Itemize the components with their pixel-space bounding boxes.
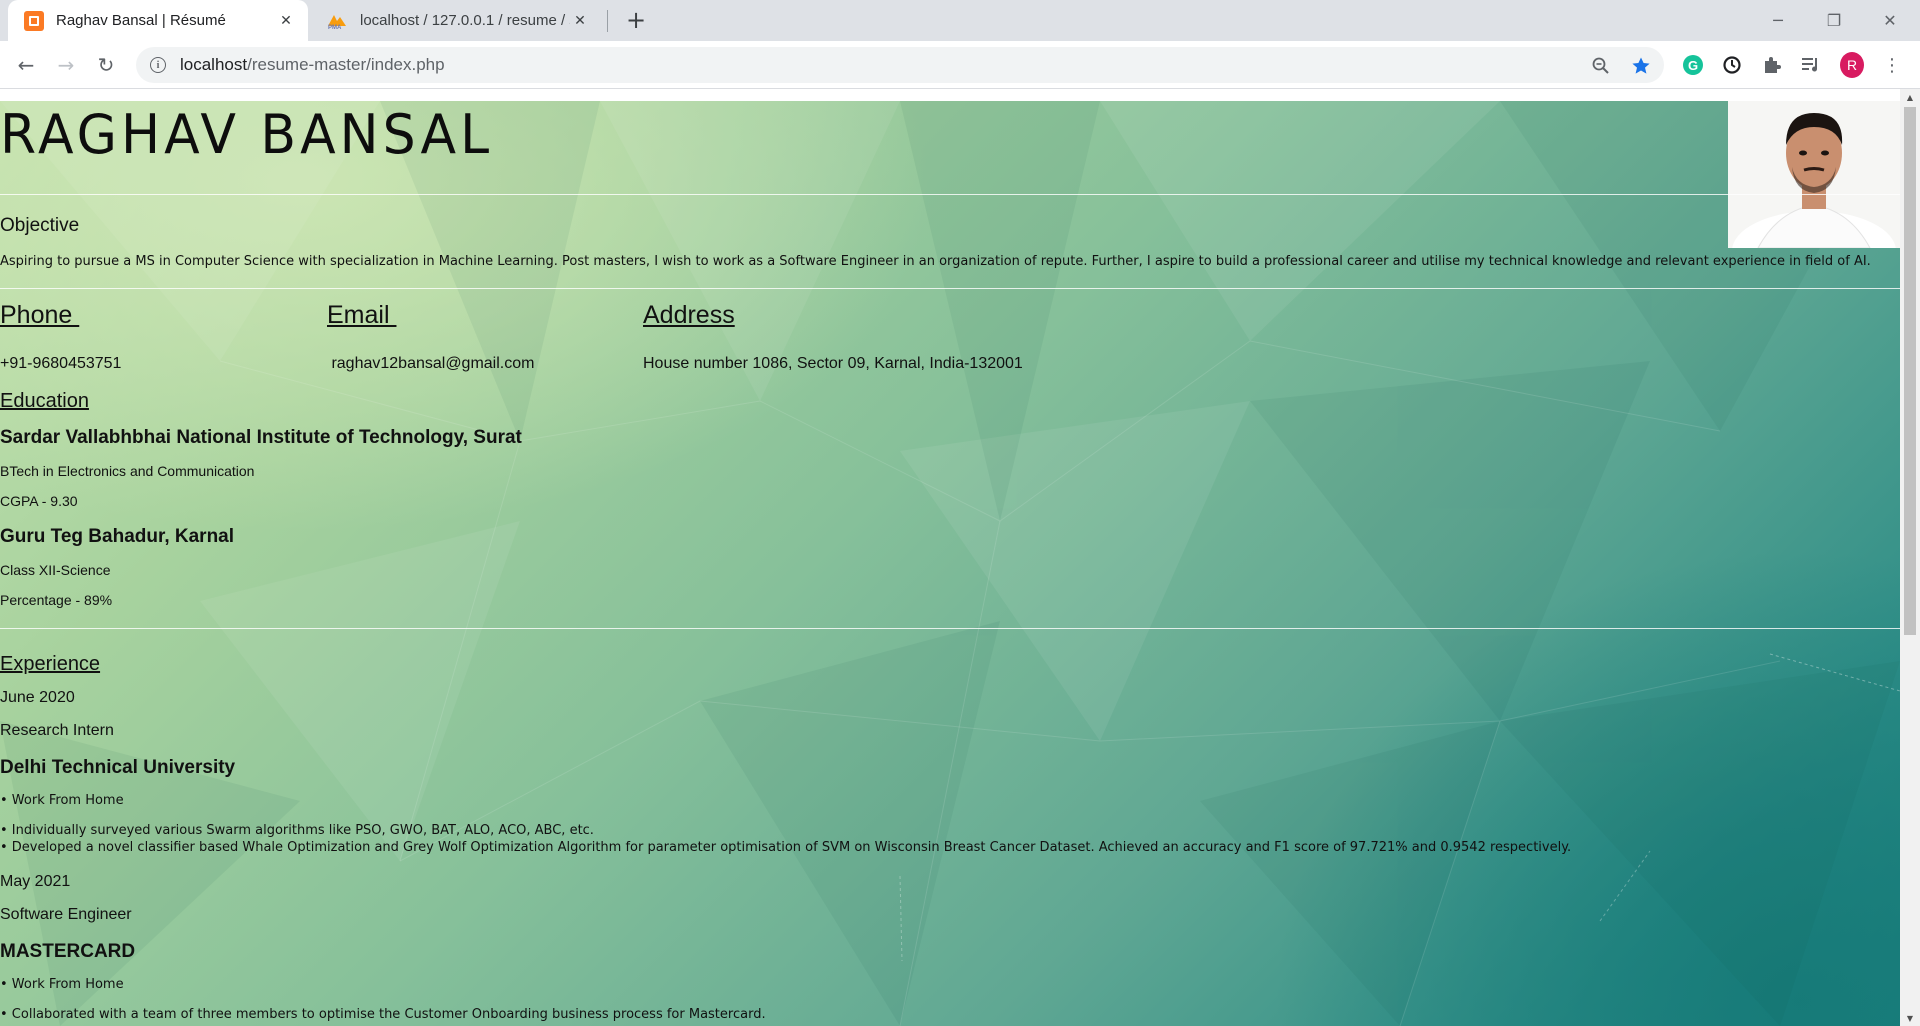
tab-title: Raghav Bansal | Résumé <box>56 12 226 29</box>
education-score: CGPA - 9.30 <box>0 493 78 509</box>
experience-org: Delhi Technical University <box>0 757 236 778</box>
scroll-up-icon[interactable]: ▲ <box>1905 92 1915 102</box>
tab-resume[interactable]: Raghav Bansal | Résumé ✕ <box>8 0 308 41</box>
browser-toolbar: ← → ↻ i localhost/resume-master/index.ph… <box>0 41 1920 89</box>
tab-phpmyadmin[interactable]: PMA localhost / 127.0.0.1 / resume / s ✕ <box>312 0 602 41</box>
phpmyadmin-icon: PMA <box>326 12 348 31</box>
experience-date: May 2021 <box>0 873 71 890</box>
page-scrollbar[interactable]: ▲ ▼ <box>1900 89 1920 1026</box>
extension-timer-icon[interactable] <box>1720 53 1744 77</box>
education-institution: Guru Teg Bahadur, Karnal <box>0 526 235 547</box>
menu-kebab-icon[interactable]: ⋮ <box>1880 53 1904 77</box>
url-path: /resume-master/index.php <box>247 55 445 74</box>
education-score: Percentage - 89% <box>0 592 113 608</box>
browser-tab-strip: Raghav Bansal | Résumé ✕ PMA localhost /… <box>0 0 1920 41</box>
svg-text:G: G <box>1688 58 1698 73</box>
restore-icon[interactable]: ❐ <box>1814 0 1854 41</box>
objective-heading: Objective <box>0 215 80 236</box>
phone-heading: Phone <box>0 301 80 329</box>
media-control-icon[interactable] <box>1799 53 1823 77</box>
divider <box>0 628 1900 629</box>
scrollbar-thumb[interactable] <box>1904 107 1916 635</box>
xampp-icon <box>24 10 44 31</box>
experience-heading: Experience <box>0 653 101 675</box>
scroll-down-icon[interactable]: ▼ <box>1905 1013 1915 1023</box>
zoom-icon[interactable] <box>1590 55 1612 77</box>
experience-location: • Work From Home <box>0 793 124 808</box>
education-course: Class XII-Science <box>0 562 111 578</box>
education-course: BTech in Electronics and Communication <box>0 463 255 479</box>
url-host: localhost <box>180 55 248 74</box>
close-window-icon[interactable]: ✕ <box>1870 0 1910 41</box>
back-icon[interactable]: ← <box>10 49 42 81</box>
address-value: House number 1086, Sector 09, Karnal, In… <box>643 355 1023 372</box>
close-tab-icon[interactable]: ✕ <box>570 11 590 31</box>
tab-separator <box>607 10 608 32</box>
resume-name: RAGHAV BANSAL <box>0 103 494 167</box>
profile-photo <box>1728 101 1900 248</box>
forward-icon[interactable]: → <box>50 49 82 81</box>
new-tab-icon[interactable]: + <box>622 6 650 34</box>
experience-point: • Developed a novel classifier based Wha… <box>0 840 1572 855</box>
close-tab-icon[interactable]: ✕ <box>276 11 296 31</box>
objective-text: Aspiring to pursue a MS in Computer Scie… <box>0 254 1871 269</box>
education-institution: Sardar Vallabhbhai National Institute of… <box>0 427 522 448</box>
minimize-icon[interactable]: ─ <box>1758 0 1798 41</box>
education-heading: Education <box>0 390 89 412</box>
extensions-puzzle-icon[interactable] <box>1760 53 1784 77</box>
experience-point: • Collaborated with a team of three memb… <box>0 1007 766 1022</box>
site-info-icon[interactable]: i <box>150 57 166 73</box>
page-viewport: RAGHAV BANSAL Objective Aspiring to purs… <box>0 89 1920 1026</box>
experience-date: June 2020 <box>0 689 75 706</box>
phone-value: +91-9680453751 <box>0 355 122 372</box>
divider <box>0 194 1900 195</box>
url-text[interactable]: localhost/resume-master/index.php <box>180 55 445 75</box>
experience-org: MASTERCARD <box>0 941 136 962</box>
grammarly-icon[interactable]: G <box>1681 53 1705 77</box>
experience-location: • Work From Home <box>0 977 124 992</box>
profile-avatar[interactable]: R <box>1840 52 1864 78</box>
profile-initial: R <box>1840 52 1864 78</box>
experience-role: Software Engineer <box>0 906 132 923</box>
low-poly-background <box>0 101 1900 1026</box>
divider <box>0 288 1900 289</box>
resume-page: RAGHAV BANSAL Objective Aspiring to purs… <box>0 101 1900 1026</box>
email-value: raghav12bansal@gmail.com <box>327 355 535 372</box>
address-bar[interactable]: i localhost/resume-master/index.php <box>136 47 1664 83</box>
experience-point: • Individually surveyed various Swarm al… <box>0 823 594 838</box>
tab-title: localhost / 127.0.0.1 / resume / s <box>360 12 570 29</box>
experience-role: Research Intern <box>0 722 114 739</box>
reload-icon[interactable]: ↻ <box>90 49 122 81</box>
email-heading: Email <box>327 301 397 329</box>
address-heading: Address <box>643 301 735 329</box>
bookmark-star-icon[interactable] <box>1630 55 1652 77</box>
svg-text:PMA: PMA <box>328 25 342 30</box>
